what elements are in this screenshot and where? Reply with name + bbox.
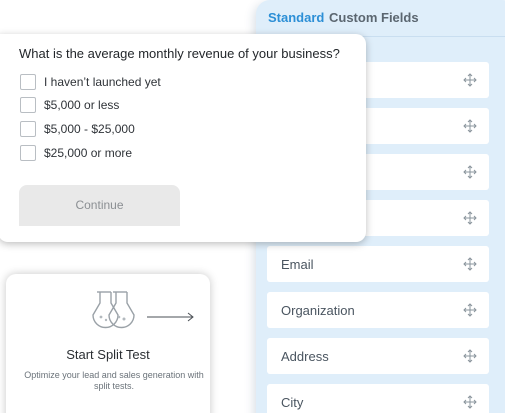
field-label: City: [281, 395, 304, 410]
field-row-city[interactable]: City: [267, 384, 489, 413]
checkbox[interactable]: [20, 74, 36, 90]
split-test-title: Start Split Test: [66, 347, 150, 362]
tab-standard[interactable]: Standard: [268, 10, 324, 25]
tab-custom-fields[interactable]: Custom Fields: [329, 10, 419, 25]
field-row-email[interactable]: Email: [267, 246, 489, 282]
option-label: $5,000 - $25,000: [44, 122, 135, 136]
move-icon[interactable]: [463, 73, 477, 87]
field-label: Email: [281, 257, 314, 272]
move-icon[interactable]: [463, 119, 477, 133]
checkbox[interactable]: [20, 97, 36, 113]
move-icon[interactable]: [463, 349, 477, 363]
field-label: Organization: [281, 303, 355, 318]
arrow-right-icon: [147, 312, 194, 322]
move-icon[interactable]: [463, 303, 477, 317]
checkbox[interactable]: [20, 145, 36, 161]
field-row-organization[interactable]: Organization: [267, 292, 489, 328]
option-label: $5,000 or less: [44, 98, 120, 112]
flask-icon: [92, 291, 135, 329]
checkbox[interactable]: [20, 121, 36, 137]
split-test-description: Optimize your lead and sales generation …: [24, 370, 204, 391]
option-label: $25,000 or more: [44, 146, 133, 160]
question-text: What is the average monthly revenue of y…: [19, 46, 340, 61]
canvas: Standard Custom Fields Email Organizatio…: [0, 0, 505, 413]
continue-button[interactable]: Continue: [19, 185, 180, 226]
move-icon[interactable]: [463, 211, 477, 225]
question-card: What is the average monthly revenue of y…: [0, 34, 366, 242]
field-row-address[interactable]: Address: [267, 338, 489, 374]
fields-tabs: Standard Custom Fields: [256, 0, 505, 37]
option-label: I haven’t launched yet: [44, 75, 161, 89]
move-icon[interactable]: [463, 395, 477, 409]
split-test-card[interactable]: Start Split Test Optimize your lead and …: [6, 274, 210, 413]
move-icon[interactable]: [463, 257, 477, 271]
field-label: Address: [281, 349, 329, 364]
move-icon[interactable]: [463, 165, 477, 179]
